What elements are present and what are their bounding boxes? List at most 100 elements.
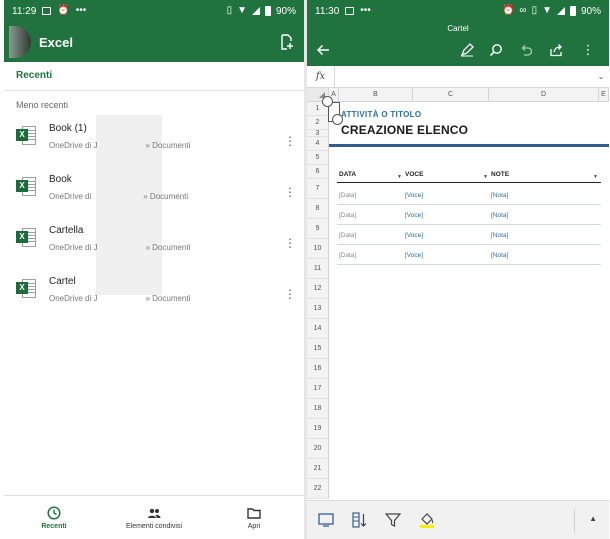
table-row[interactable]: [Data] [Voce] [Nota]	[337, 245, 601, 265]
nav-open[interactable]: Apri	[204, 496, 304, 539]
file-path-prefix: OneDrive di J	[49, 294, 98, 303]
row-header[interactable]: 5	[307, 151, 329, 165]
more-options-icon[interactable]: ⋮	[284, 186, 296, 198]
cell-data: [Data]	[339, 212, 357, 219]
cell-nota: [Nota]	[491, 192, 509, 199]
row-header[interactable]: 16	[307, 359, 329, 379]
cell-voce: [Voce]	[405, 192, 424, 199]
app-bar: Excel	[4, 22, 304, 62]
row-header[interactable]: 6	[307, 165, 329, 179]
row-header[interactable]: 19	[307, 419, 329, 439]
file-path-suffix: » Documenti	[145, 243, 191, 252]
list-item[interactable]: X Cartel OneDrive di J » Documenti ⋮	[4, 268, 304, 319]
undo-icon[interactable]	[519, 43, 533, 57]
sheet-title: CREAZIONE ELENCO	[341, 123, 469, 137]
column-header-c[interactable]: C	[413, 88, 489, 102]
selection-handle-top[interactable]	[322, 96, 333, 107]
battery-percent: 90%	[580, 5, 601, 17]
row-header[interactable]: 2	[307, 116, 329, 130]
chevron-up-icon[interactable]: ▲	[589, 514, 597, 523]
monitor-icon[interactable]	[318, 512, 334, 528]
more-options-icon[interactable]: ⋮	[284, 288, 296, 300]
new-file-icon[interactable]	[280, 34, 294, 50]
sort-icon[interactable]	[352, 512, 368, 528]
row-header[interactable]: 18	[307, 399, 329, 419]
file-path-suffix: » Documenti	[145, 141, 191, 150]
row-header[interactable]: 4	[307, 137, 329, 151]
row-header[interactable]: 7	[307, 179, 329, 199]
row-header[interactable]: 9	[307, 219, 329, 239]
cell-data: [Data]	[339, 252, 357, 259]
message-icon	[42, 7, 52, 15]
more-options-icon[interactable]: ⋮	[284, 237, 296, 249]
column-header-e[interactable]: E	[599, 88, 609, 102]
row-header[interactable]: 13	[307, 299, 329, 319]
battery-icon	[264, 6, 271, 16]
table-row[interactable]: [Data] [Voce] [Nota]	[337, 205, 601, 225]
filter-dropdown-icon[interactable]: ▼	[483, 174, 489, 180]
wifi-icon: ▼	[237, 5, 247, 16]
clock-icon	[47, 505, 61, 520]
file-path: OneDrive di » Documenti	[49, 192, 284, 201]
app-title: Excel	[39, 34, 73, 50]
row-header[interactable]: 10	[307, 239, 329, 259]
cell-voce: [Voce]	[405, 212, 424, 219]
signal-icon	[556, 7, 565, 15]
filter-icon[interactable]	[384, 512, 402, 528]
draw-pen-icon[interactable]	[460, 43, 474, 57]
row-header[interactable]: 20	[307, 439, 329, 459]
vibrate-icon: ▯	[226, 5, 233, 16]
file-path: OneDrive di J » Documenti	[49, 294, 284, 303]
header-voce: VOCE	[405, 171, 424, 178]
header-note: NOTE	[491, 171, 510, 178]
list-item[interactable]: X Cartella OneDrive di J » Documenti ⋮	[4, 217, 304, 268]
column-header-d[interactable]: D	[489, 88, 599, 102]
file-path-prefix: OneDrive di J	[49, 141, 98, 150]
fill-color-icon[interactable]	[419, 512, 435, 528]
title-rule	[329, 144, 609, 147]
table-row[interactable]: [Data] [Voce] [Nota]	[337, 185, 601, 205]
list-item[interactable]: X Book OneDrive di » Documenti ⋮	[4, 166, 304, 217]
alarm-icon: ⏰	[501, 5, 515, 16]
document-title: Cartel	[447, 24, 469, 33]
table-row[interactable]: [Data] [Voce] [Nota]	[337, 225, 601, 245]
row-header[interactable]: 21	[307, 459, 329, 479]
file-list: X Book (1) OneDrive di J » Documenti ⋮ X …	[4, 115, 304, 319]
more-options-icon[interactable]: ⋮	[284, 135, 296, 147]
column-header-b[interactable]: B	[339, 88, 413, 102]
excel-file-icon: X	[16, 176, 36, 198]
file-name: Cartella	[49, 225, 84, 236]
row-header[interactable]: 12	[307, 279, 329, 299]
excel-file-icon: X	[16, 125, 36, 147]
spreadsheet-grid[interactable]: A B C D E 1 2 3 4 5 6 7 8 9 10 11 12 13 14 15 16 17 18 19 2…	[307, 88, 609, 500]
row-header[interactable]: 22	[307, 479, 329, 499]
row-header[interactable]: 11	[307, 259, 329, 279]
nav-open-label: Apri	[247, 522, 261, 530]
section-recent-title[interactable]: Recenti	[4, 62, 304, 90]
file-path-suffix: » Documenti	[145, 294, 191, 303]
share-icon[interactable]	[549, 43, 563, 57]
avatar[interactable]	[9, 26, 31, 58]
chevron-down-icon[interactable]: ⌄	[593, 72, 609, 81]
formula-bar: fx ⌄	[307, 66, 609, 88]
row-header[interactable]: 8	[307, 199, 329, 219]
nav-shared[interactable]: Elementi condivisi	[104, 496, 204, 539]
row-header[interactable]: 17	[307, 379, 329, 399]
formula-input[interactable]	[335, 66, 593, 87]
battery-icon	[569, 6, 576, 16]
nav-recent[interactable]: Recenti	[4, 496, 104, 539]
document-app-bar: Cartel ⋮	[307, 22, 609, 66]
more-options-icon[interactable]: ⋮	[581, 43, 595, 57]
list-item[interactable]: X Book (1) OneDrive di J » Documenti ⋮	[4, 115, 304, 166]
back-arrow-icon[interactable]	[316, 43, 330, 57]
filter-dropdown-icon[interactable]: ▼	[593, 174, 599, 180]
fx-icon[interactable]: fx	[307, 66, 335, 87]
row-header[interactable]: 3	[307, 130, 329, 137]
row-header[interactable]: 14	[307, 319, 329, 339]
sheet-content[interactable]: ATTIVITÀ O TITOLO CREAZIONE ELENCO DATA …	[322, 96, 609, 500]
cell-data: [Data]	[339, 192, 357, 199]
row-header[interactable]: 15	[307, 339, 329, 359]
filter-dropdown-icon[interactable]: ▼	[397, 174, 403, 180]
search-icon[interactable]	[489, 43, 503, 57]
alarm-icon: ⏰	[57, 5, 70, 16]
